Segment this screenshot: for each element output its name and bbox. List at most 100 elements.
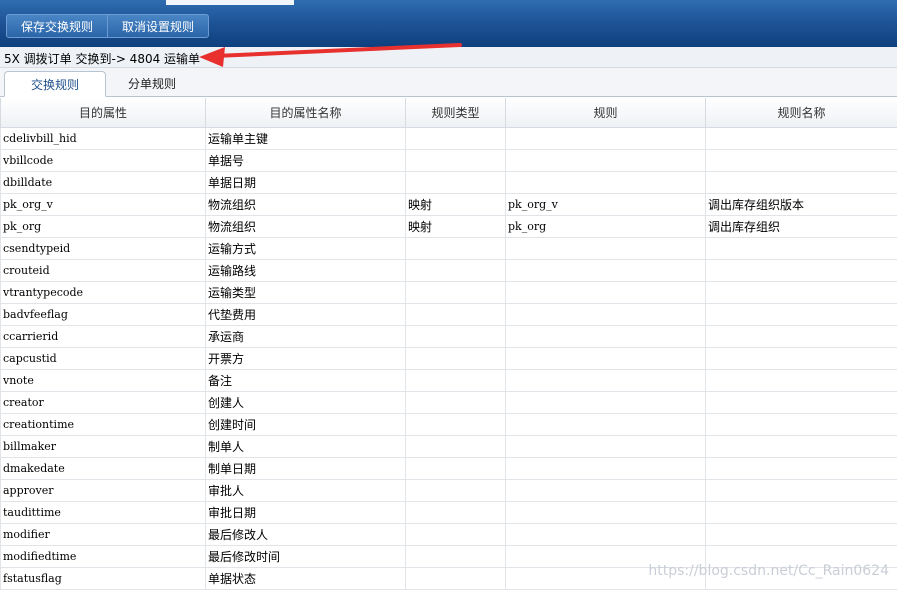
table-cell[interactable]: 物流组织 — [206, 216, 406, 238]
table-cell[interactable] — [706, 326, 897, 348]
table-row[interactable]: crouteid运输路线 — [1, 260, 897, 282]
table-cell[interactable]: 映射 — [406, 194, 506, 216]
table-cell[interactable] — [706, 172, 897, 194]
table-cell[interactable]: 创建人 — [206, 392, 406, 414]
table-cell[interactable]: cdelivbill_hid — [1, 128, 206, 150]
table-cell[interactable] — [706, 524, 897, 546]
table-cell[interactable] — [706, 414, 897, 436]
save-exchange-rule-button[interactable]: 保存交换规则 — [6, 14, 108, 38]
table-row[interactable]: creator创建人 — [1, 392, 897, 414]
table-cell[interactable] — [706, 480, 897, 502]
table-row[interactable]: vtrantypecode运输类型 — [1, 282, 897, 304]
tab-split-rules[interactable]: 分单规则 — [108, 71, 196, 97]
table-cell[interactable]: taudittime — [1, 502, 206, 524]
table-cell[interactable] — [506, 502, 706, 524]
column-header[interactable]: 目的属性名称 — [206, 98, 406, 128]
table-cell[interactable] — [406, 150, 506, 172]
column-header[interactable]: 规则 — [506, 98, 706, 128]
table-cell[interactable] — [706, 128, 897, 150]
table-cell[interactable] — [406, 348, 506, 370]
table-cell[interactable] — [406, 370, 506, 392]
table-cell[interactable]: 运输方式 — [206, 238, 406, 260]
table-cell[interactable] — [506, 238, 706, 260]
column-header[interactable]: 规则类型 — [406, 98, 506, 128]
table-cell[interactable] — [406, 260, 506, 282]
column-header[interactable]: 目的属性 — [1, 98, 206, 128]
table-row[interactable]: capcustid开票方 — [1, 348, 897, 370]
table-cell[interactable] — [406, 326, 506, 348]
table-cell[interactable]: 创建时间 — [206, 414, 406, 436]
table-cell[interactable]: modifier — [1, 524, 206, 546]
table-cell[interactable]: creationtime — [1, 414, 206, 436]
table-cell[interactable] — [706, 502, 897, 524]
table-cell[interactable] — [406, 458, 506, 480]
table-cell[interactable] — [406, 546, 506, 568]
table-cell[interactable]: 运输路线 — [206, 260, 406, 282]
table-cell[interactable]: 单据号 — [206, 150, 406, 172]
table-cell[interactable] — [406, 172, 506, 194]
table-cell[interactable] — [506, 150, 706, 172]
table-row[interactable]: csendtypeid运输方式 — [1, 238, 897, 260]
table-cell[interactable]: pk_org — [506, 216, 706, 238]
table-cell[interactable]: 承运商 — [206, 326, 406, 348]
table-row[interactable]: modifier最后修改人 — [1, 524, 897, 546]
table-cell[interactable] — [506, 392, 706, 414]
table-cell[interactable]: 备注 — [206, 370, 406, 392]
table-cell[interactable]: 运输单主键 — [206, 128, 406, 150]
table-row[interactable]: dbilldate单据日期 — [1, 172, 897, 194]
table-cell[interactable]: dmakedate — [1, 458, 206, 480]
table-row[interactable]: billmaker制单人 — [1, 436, 897, 458]
table-cell[interactable]: crouteid — [1, 260, 206, 282]
table-cell[interactable]: 开票方 — [206, 348, 406, 370]
table-row[interactable]: badvfeeflag代垫费用 — [1, 304, 897, 326]
table-cell[interactable] — [506, 348, 706, 370]
table-cell[interactable] — [506, 436, 706, 458]
table-cell[interactable] — [506, 414, 706, 436]
table-cell[interactable] — [706, 436, 897, 458]
table-cell[interactable]: 映射 — [406, 216, 506, 238]
table-cell[interactable] — [706, 282, 897, 304]
table-cell[interactable] — [506, 172, 706, 194]
table-cell[interactable] — [506, 304, 706, 326]
table-cell[interactable] — [406, 414, 506, 436]
table-cell[interactable] — [706, 392, 897, 414]
table-cell[interactable]: 审批人 — [206, 480, 406, 502]
table-cell[interactable] — [506, 458, 706, 480]
table-cell[interactable] — [406, 480, 506, 502]
table-row[interactable]: dmakedate制单日期 — [1, 458, 897, 480]
table-cell[interactable] — [706, 238, 897, 260]
table-cell[interactable] — [706, 370, 897, 392]
table-row[interactable]: ccarrierid承运商 — [1, 326, 897, 348]
table-cell[interactable]: 制单人 — [206, 436, 406, 458]
column-header[interactable]: 规则名称 — [706, 98, 897, 128]
table-row[interactable]: creationtime创建时间 — [1, 414, 897, 436]
table-cell[interactable] — [406, 568, 506, 590]
table-cell[interactable]: creator — [1, 392, 206, 414]
table-cell[interactable] — [406, 392, 506, 414]
table-cell[interactable]: approver — [1, 480, 206, 502]
table-cell[interactable] — [506, 524, 706, 546]
table-cell[interactable]: 代垫费用 — [206, 304, 406, 326]
table-cell[interactable]: csendtypeid — [1, 238, 206, 260]
table-cell[interactable]: 单据状态 — [206, 568, 406, 590]
table-cell[interactable] — [506, 282, 706, 304]
table-cell[interactable] — [706, 458, 897, 480]
table-cell[interactable]: dbilldate — [1, 172, 206, 194]
table-cell[interactable]: pk_org_v — [1, 194, 206, 216]
table-cell[interactable]: 制单日期 — [206, 458, 406, 480]
table-cell[interactable] — [706, 150, 897, 172]
table-cell[interactable] — [706, 348, 897, 370]
tab-exchange-rules[interactable]: 交换规则 — [4, 71, 106, 97]
table-cell[interactable] — [406, 282, 506, 304]
table-cell[interactable] — [506, 480, 706, 502]
table-cell[interactable] — [506, 260, 706, 282]
table-cell[interactable]: 调出库存组织版本 — [706, 194, 897, 216]
table-cell[interactable]: pk_org — [1, 216, 206, 238]
table-cell[interactable] — [506, 128, 706, 150]
table-cell[interactable] — [406, 238, 506, 260]
table-cell[interactable] — [406, 128, 506, 150]
table-row[interactable]: approver审批人 — [1, 480, 897, 502]
table-cell[interactable] — [406, 524, 506, 546]
table-row[interactable]: pk_org物流组织映射pk_org调出库存组织 — [1, 216, 897, 238]
table-cell[interactable] — [506, 326, 706, 348]
